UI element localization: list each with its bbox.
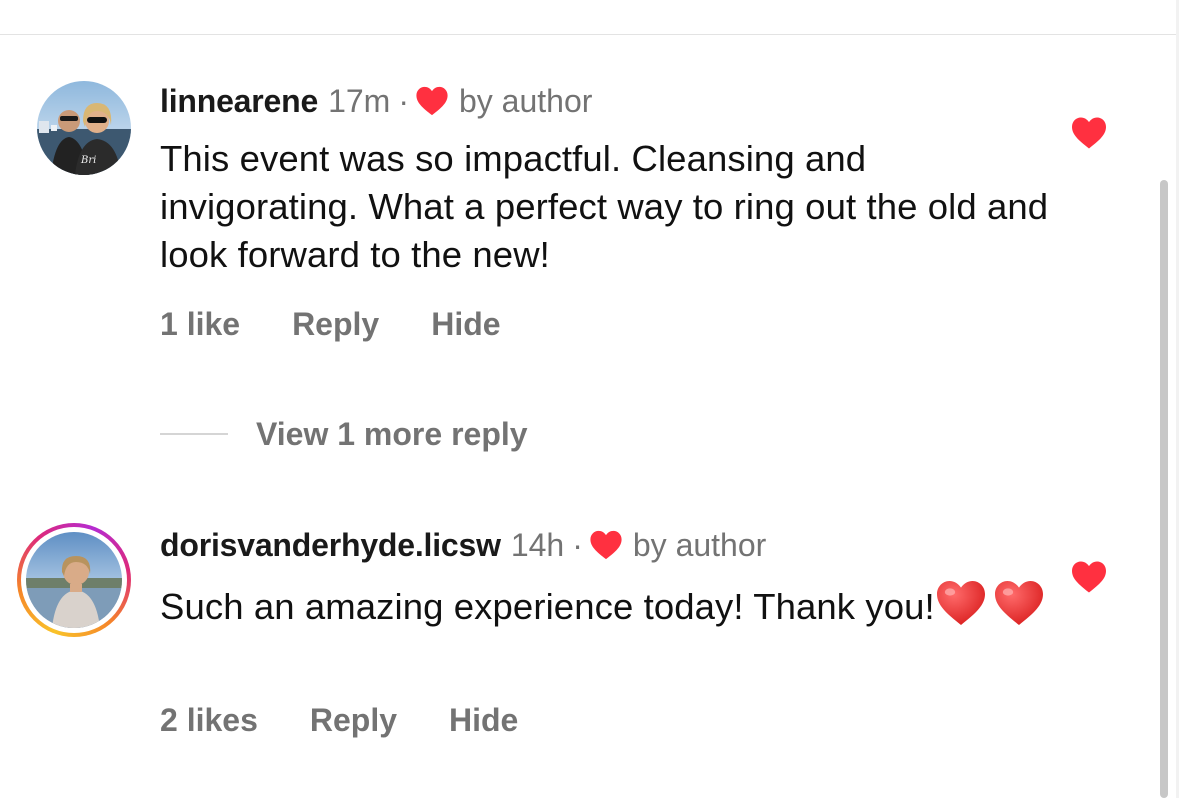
separator: · — [572, 526, 583, 563]
comment-meta: dorisvanderhyde.licsw 14h · by author — [160, 525, 766, 565]
top-divider — [0, 34, 1179, 35]
comment-meta: linnearene 17m · by author — [160, 81, 592, 121]
comment-text: This event was so impactful. Cleansing a… — [160, 138, 1049, 275]
comment-text: Such an amazing experience today! Thank … — [160, 579, 1060, 631]
red-heart-emoji-icon — [936, 581, 985, 625]
avatar[interactable] — [26, 532, 122, 628]
comment-actions: 1 like Reply Hide — [160, 306, 553, 343]
reply-thread-line — [160, 433, 228, 435]
hide-button[interactable]: Hide — [431, 306, 500, 343]
scrollbar-thumb[interactable] — [1160, 180, 1168, 798]
timestamp: 14h — [510, 526, 565, 563]
like-count[interactable]: 2 likes — [160, 702, 258, 739]
liked-by-author-label: by author — [458, 82, 593, 119]
like-heart-icon[interactable] — [1070, 560, 1108, 594]
comment-text-content: Such an amazing experience today! Thank … — [160, 586, 935, 627]
view-more-replies[interactable]: View 1 more reply — [160, 412, 528, 456]
liked-by-author-label: by author — [632, 526, 767, 563]
separator: · — [398, 82, 409, 119]
hide-button[interactable]: Hide — [449, 702, 518, 739]
like-heart-icon[interactable] — [1070, 116, 1108, 150]
comment-actions: 2 likes Reply Hide — [160, 702, 570, 739]
username[interactable]: dorisvanderhyde.licsw — [160, 527, 501, 564]
like-count[interactable]: 1 like — [160, 306, 240, 343]
reply-button[interactable]: Reply — [292, 306, 379, 343]
heart-icon — [416, 86, 448, 116]
red-heart-emoji-icon — [994, 581, 1043, 625]
view-more-label[interactable]: View 1 more reply — [256, 416, 528, 453]
svg-text:Bri: Bri — [80, 155, 96, 166]
timestamp: 17m — [328, 82, 391, 119]
avatar[interactable]: Bri — [37, 81, 131, 175]
heart-icon — [590, 530, 622, 560]
reply-button[interactable]: Reply — [310, 702, 397, 739]
username[interactable]: linnearene — [160, 83, 318, 120]
